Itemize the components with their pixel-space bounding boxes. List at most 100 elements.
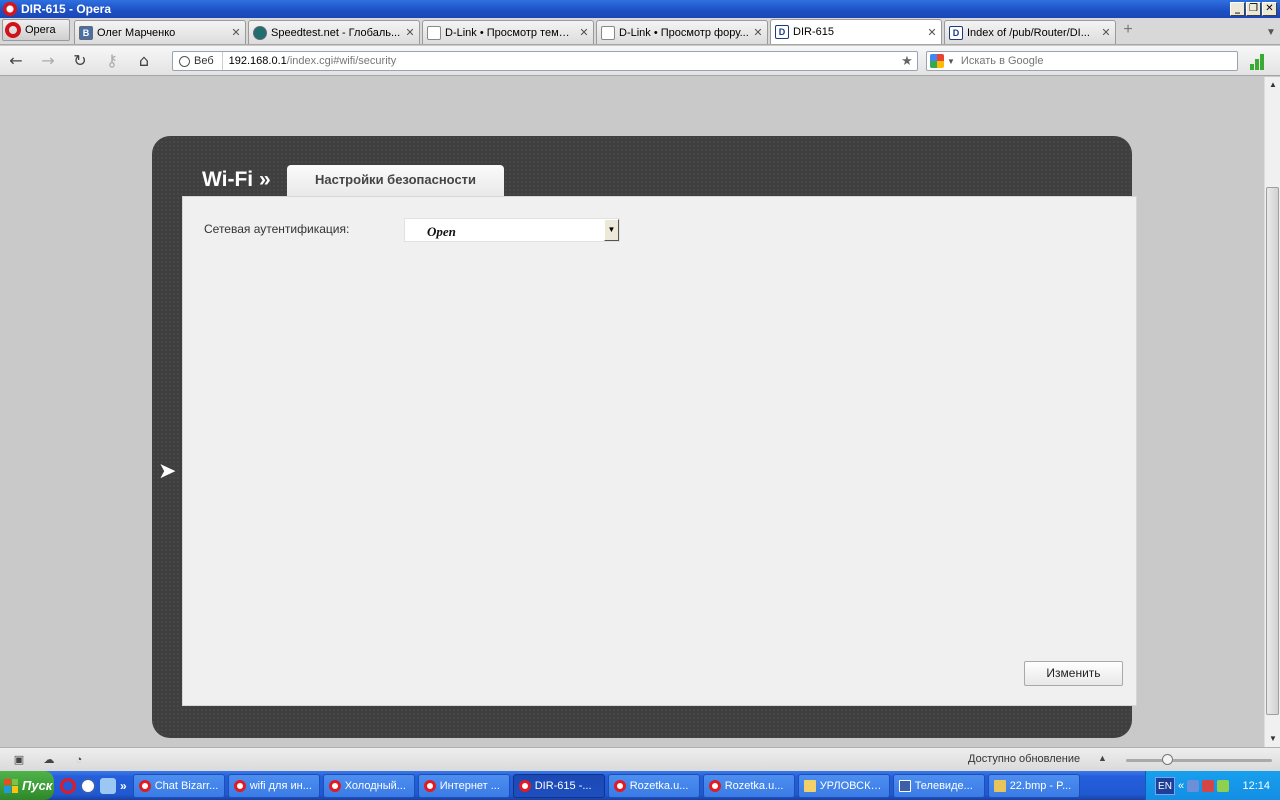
windows-taskbar: Пуск » Chat Bizarr... wifi для ин... Хол…: [0, 771, 1280, 800]
key-icon[interactable]: ⚷: [96, 48, 128, 74]
taskbar-item[interactable]: wifi для ин...: [227, 773, 320, 798]
tab-close-icon[interactable]: ✕: [1101, 26, 1111, 39]
media-player-icon[interactable]: [80, 777, 96, 794]
opera-icon: [518, 779, 531, 792]
taskbar-item-label: Холодный...: [344, 779, 406, 792]
minimize-button[interactable]: _: [1230, 2, 1245, 16]
tab-label: D-Link • Просмотр фору...: [619, 26, 749, 39]
chevron-left-icon[interactable]: ➤: [158, 461, 176, 483]
change-button[interactable]: Изменить: [1024, 661, 1123, 686]
search-engine-chevron-icon[interactable]: ▼: [947, 57, 955, 66]
url-text[interactable]: 192.168.0.1/index.cgi#wifi/security: [223, 55, 897, 67]
panel-toggle-icon[interactable]: ▣: [8, 750, 30, 770]
opera-menu-button[interactable]: Opera: [2, 19, 70, 41]
tab-vk[interactable]: B Олег Марченко ✕: [74, 20, 246, 44]
speedtest-icon: [253, 25, 267, 40]
auth-select[interactable]: Open ▼: [404, 218, 620, 242]
tab-dlink-topic[interactable]: D-Link • Просмотр темы ... ✕: [422, 20, 594, 44]
taskbar-item-label: Rozetka.u...: [724, 779, 784, 792]
antivirus-icon[interactable]: [1202, 779, 1215, 792]
address-bar[interactable]: Веб 192.168.0.1/index.cgi#wifi/security …: [172, 51, 918, 71]
forward-arrow-icon[interactable]: →: [32, 48, 64, 74]
tab-close-icon[interactable]: ✕: [231, 26, 241, 39]
tab-dir615[interactable]: D DIR-615 ✕: [770, 19, 942, 44]
section-title: Wi-Fi »: [202, 168, 271, 191]
tab-index[interactable]: D Index of /pub/Router/DI... ✕: [944, 20, 1116, 44]
web-badge[interactable]: Веб: [173, 52, 223, 70]
taskbar-item[interactable]: Интернет ...: [417, 773, 510, 798]
taskbar-item[interactable]: Телевиде...: [892, 773, 985, 798]
taskbar-item-label: Chat Bizarr...: [154, 779, 219, 792]
search-input[interactable]: [960, 55, 1237, 67]
tab-dlink-forum[interactable]: D-Link • Просмотр фору... ✕: [596, 20, 768, 44]
auth-label: Сетевая аутентификация:: [204, 222, 350, 236]
auth-select-value: Open: [427, 224, 456, 239]
web-badge-label: Веб: [194, 55, 214, 67]
opera-menu-label: Opera: [25, 24, 56, 36]
taskbar-item[interactable]: УРЛОВСКАЯ: [797, 773, 890, 798]
chevron-up-icon[interactable]: ▲: [1098, 753, 1107, 763]
new-tab-plus-icon[interactable]: +: [1118, 20, 1138, 42]
taskbar-item[interactable]: Холодный...: [322, 773, 415, 798]
language-indicator[interactable]: EN: [1155, 776, 1175, 795]
dlink-icon: D: [949, 25, 963, 40]
tab-security-settings[interactable]: Настройки безопасности: [287, 165, 504, 197]
speed-dial-icon[interactable]: ◔: [68, 750, 90, 770]
clock[interactable]: 12:14: [1242, 780, 1270, 792]
home-icon[interactable]: ⌂: [128, 48, 160, 74]
taskbar-item-active[interactable]: DIR-615 -...: [512, 773, 605, 798]
turbo-signal-icon[interactable]: [1250, 54, 1268, 70]
taskbar-item-label: Rozetka.u...: [629, 779, 689, 792]
tab-close-icon[interactable]: ✕: [405, 26, 415, 39]
system-tray: EN « 12:14: [1145, 771, 1280, 800]
close-window-button[interactable]: ✕: [1262, 2, 1277, 16]
taskbar-item[interactable]: 22.bmp - P...: [987, 773, 1080, 798]
unite-cloud-icon[interactable]: ☁: [38, 750, 60, 770]
opera-icon: [708, 779, 721, 792]
update-available-text[interactable]: Доступно обновление: [968, 753, 1080, 765]
taskbar-item-label: wifi для ин...: [249, 779, 312, 792]
zoom-slider-knob[interactable]: [1162, 754, 1173, 765]
url-host: 192.168.0.1: [228, 55, 287, 67]
zoom-slider[interactable]: [1126, 754, 1272, 765]
status-bar: ▣ ☁ ◔ Доступно обновление ▲: [0, 747, 1280, 771]
back-arrow-icon[interactable]: ←: [0, 48, 32, 74]
tab-speedtest[interactable]: Speedtest.net - Глобаль... ✕: [248, 20, 420, 44]
scroll-up-icon[interactable]: ▲: [1265, 77, 1280, 93]
tab-label: DIR-615: [793, 26, 834, 38]
tray-expand-icon[interactable]: «: [1178, 780, 1184, 792]
tab-list-chevron-icon[interactable]: ▼: [1262, 22, 1280, 44]
opera-icon: [3, 2, 17, 16]
opera-icon: [138, 779, 151, 792]
page-viewport: Wi-Fi » Настройки безопасности Сетевая а…: [0, 77, 1264, 747]
tab-label: Index of /pub/Router/DI...: [967, 26, 1090, 39]
taskbar-item-label: Телевиде...: [914, 779, 973, 792]
document-icon: [898, 779, 911, 792]
bookmark-star-icon[interactable]: ★: [897, 53, 917, 69]
dlink-icon: D: [775, 25, 789, 39]
taskbar-item[interactable]: Rozetka.u...: [607, 773, 700, 798]
browser-quicklaunch-icon[interactable]: [100, 777, 116, 794]
maximize-button[interactable]: ❐: [1246, 2, 1261, 16]
tab-label: D-Link • Просмотр темы ...: [445, 26, 575, 39]
opera-icon: [328, 779, 341, 792]
tray-app-icon[interactable]: [1217, 779, 1230, 792]
reload-icon[interactable]: ↻: [64, 48, 96, 74]
network-icon[interactable]: [1187, 779, 1200, 792]
tab-close-icon[interactable]: ✕: [753, 26, 763, 39]
tab-close-icon[interactable]: ✕: [579, 26, 589, 39]
quicklaunch-more-icon[interactable]: »: [120, 779, 127, 793]
content-panel: Сетевая аутентификация: Open ▼ Изменить: [182, 196, 1137, 706]
scroll-down-icon[interactable]: ▼: [1265, 731, 1280, 747]
scrollbar-thumb[interactable]: [1266, 187, 1279, 715]
taskbar-item[interactable]: Chat Bizarr...: [132, 773, 225, 798]
tab-close-icon[interactable]: ✕: [927, 26, 937, 39]
opera-quicklaunch-icon[interactable]: [60, 777, 76, 794]
google-icon[interactable]: [930, 54, 944, 68]
vertical-scrollbar[interactable]: ▲ ▼: [1264, 77, 1280, 747]
search-box[interactable]: ▼: [926, 51, 1238, 71]
start-button[interactable]: Пуск: [0, 771, 54, 800]
taskbar-item[interactable]: Rozetka.u...: [702, 773, 795, 798]
chevron-down-icon[interactable]: ▼: [604, 219, 619, 241]
document-icon: [601, 25, 615, 40]
